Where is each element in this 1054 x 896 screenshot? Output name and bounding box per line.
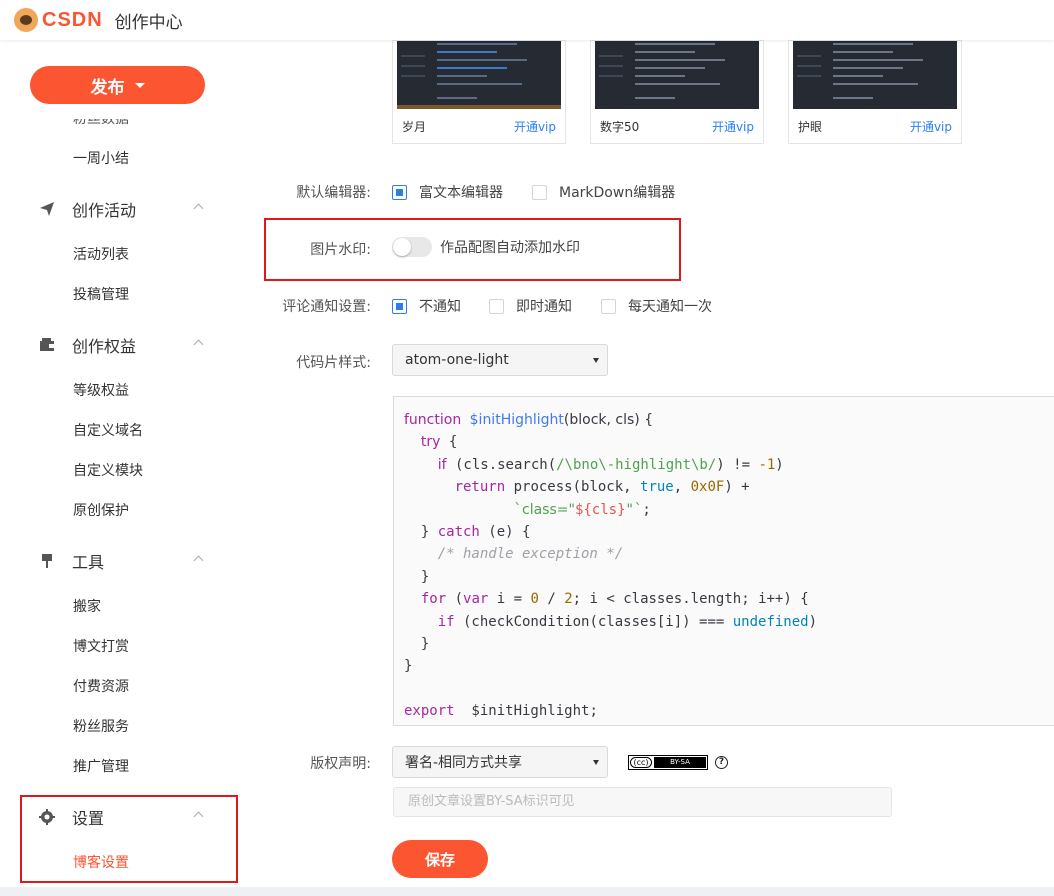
- sidebar-item-custom-domain[interactable]: 自定义域名: [73, 420, 143, 440]
- by-sa-text: BY-SA: [654, 757, 706, 768]
- select-value: 署名-相同方式共享: [405, 755, 523, 771]
- highlight-box-watermark: [264, 218, 681, 281]
- checkbox[interactable]: [601, 298, 616, 314]
- comment-notify-label: 评论通知设置:: [282, 299, 371, 315]
- editor-label: 默认编辑器:: [296, 185, 371, 201]
- theme-name: 数字50: [600, 120, 640, 134]
- theme-card[interactable]: 岁月 开通vip: [392, 40, 566, 144]
- theme-card[interactable]: 护眼 开通vip: [788, 40, 962, 144]
- notify-option-none[interactable]: 不通知: [392, 296, 461, 316]
- sidebar-group-label: 创作权益: [72, 337, 137, 356]
- paper-plane-icon: [38, 200, 56, 218]
- cc-by-sa-badge: (cc) BY-SA: [628, 755, 708, 770]
- code-preview: function $initHighlight(block, cls) { tr…: [393, 396, 1054, 726]
- theme-vip-link[interactable]: 开通vip: [712, 118, 754, 135]
- theme-vip-link[interactable]: 开通vip: [910, 118, 952, 135]
- notify-option-instant[interactable]: 即时通知: [489, 296, 572, 316]
- page-title: 创作中心: [114, 12, 183, 33]
- sidebar-item-promotion[interactable]: 推广管理: [73, 756, 129, 776]
- cc-logo: (cc): [630, 757, 652, 768]
- editor-option-markdown[interactable]: MarkDown编辑器: [532, 182, 675, 202]
- tools-icon: [38, 552, 56, 570]
- logo-text: CSDN: [42, 8, 103, 31]
- sidebar-item-activity-list[interactable]: 活动列表: [73, 244, 129, 264]
- sidebar-item-migrate[interactable]: 搬家: [73, 596, 101, 616]
- caret-down-icon: [134, 82, 145, 88]
- sidebar-group-tools[interactable]: 工具: [38, 549, 218, 573]
- sidebar-item-custom-module[interactable]: 自定义模块: [73, 460, 143, 480]
- sidebar-group-activities[interactable]: 创作活动: [38, 197, 218, 221]
- theme-card[interactable]: 数字50 开通vip: [590, 40, 764, 144]
- save-button[interactable]: 保存: [392, 840, 488, 878]
- help-icon[interactable]: ?: [715, 756, 728, 769]
- editor-option-richtext[interactable]: 富文本编辑器: [392, 182, 503, 202]
- theme-thumbnail: [595, 41, 759, 109]
- logo[interactable]: CSDN 创作中心: [14, 5, 183, 35]
- checkbox-checked[interactable]: [392, 184, 407, 200]
- dropdown-arrow-icon: [593, 760, 599, 765]
- sidebar-item-weekly-summary[interactable]: 一周小结: [73, 148, 129, 168]
- sidebar-group-label: 工具: [72, 553, 105, 572]
- select-value: atom-one-light: [405, 352, 509, 368]
- code-style-select[interactable]: atom-one-light: [392, 344, 608, 376]
- top-bar: CSDN 创作中心: [0, 0, 1054, 40]
- checkbox-checked[interactable]: [392, 298, 407, 314]
- copyright-note-input[interactable]: 原创文章设置BY-SA标识可见: [393, 787, 892, 817]
- wallet-icon: [38, 336, 56, 354]
- notify-option-daily[interactable]: 每天通知一次: [601, 296, 712, 316]
- chevron-up-icon: [193, 203, 204, 214]
- checkbox[interactable]: [489, 298, 504, 314]
- code-style-label: 代码片样式:: [296, 355, 371, 371]
- theme-name: 岁月: [402, 120, 427, 134]
- option-label: MarkDown编辑器: [559, 185, 676, 201]
- highlight-box-settings: [20, 795, 238, 883]
- sidebar-group-benefits[interactable]: 创作权益: [38, 333, 218, 357]
- dropdown-arrow-icon: [593, 358, 599, 363]
- monkey-logo-icon: [14, 8, 38, 32]
- theme-thumbnail: [793, 41, 957, 109]
- sidebar-item-fans-data[interactable]: 粉丝数据: [73, 119, 129, 128]
- sidebar-group-label: 创作活动: [72, 201, 137, 220]
- option-label: 即时通知: [516, 299, 572, 315]
- copyright-select[interactable]: 署名-相同方式共享: [392, 746, 608, 778]
- sidebar-item-submission-mgmt[interactable]: 投稿管理: [73, 284, 129, 304]
- theme-name: 护眼: [798, 120, 823, 134]
- sidebar-item-fan-service[interactable]: 粉丝服务: [73, 716, 129, 736]
- publish-button[interactable]: 发布: [30, 66, 205, 104]
- sidebar-item-original-protection[interactable]: 原创保护: [73, 500, 129, 520]
- main-content: 岁月 开通vip 数字50 开通vip 护眼 开通vip 默认编辑器: 富文本编…: [256, 40, 1054, 896]
- checkbox[interactable]: [532, 184, 547, 200]
- option-label: 每天通知一次: [628, 299, 712, 315]
- sidebar: 发布 粉丝数据 一周小结 创作活动 活动列表 投稿管理 创作权益 等级权益 自定…: [0, 40, 256, 896]
- chevron-up-icon: [193, 339, 204, 350]
- sidebar-item-paid-resources[interactable]: 付费资源: [73, 676, 129, 696]
- theme-vip-link[interactable]: 开通vip: [514, 118, 556, 135]
- bottom-strip: [0, 887, 1054, 896]
- option-label: 富文本编辑器: [419, 185, 503, 201]
- copyright-label: 版权声明:: [310, 756, 371, 772]
- option-label: 不通知: [419, 299, 461, 315]
- theme-thumbnail: [397, 41, 561, 109]
- chevron-up-icon: [193, 555, 204, 566]
- sidebar-item-tips[interactable]: 博文打赏: [73, 636, 129, 656]
- sidebar-item-level-benefits[interactable]: 等级权益: [73, 380, 129, 400]
- publish-label: 发布: [90, 77, 125, 98]
